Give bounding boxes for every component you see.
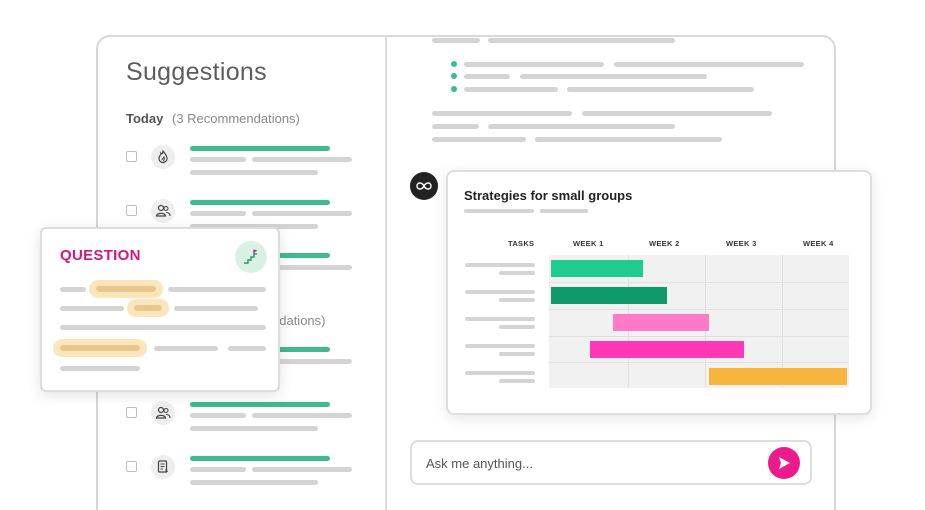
- send-arrow-icon: [779, 457, 790, 469]
- placeholder-line: [582, 111, 772, 116]
- suggestion-checkbox[interactable]: [126, 407, 137, 418]
- task-label-line: [499, 298, 535, 302]
- gantt-task-bar: [589, 341, 744, 358]
- people-icon: [151, 401, 175, 425]
- task-label-line: [499, 352, 535, 356]
- placeholder-line: [488, 38, 675, 43]
- suggestion-title-line: [190, 402, 330, 407]
- placeholder-line: [270, 265, 352, 270]
- col-header-tasks: TASKS: [508, 239, 535, 248]
- highlight-line: [60, 345, 140, 351]
- suggestion-checkbox[interactable]: [126, 461, 137, 472]
- placeholder-line: [270, 359, 352, 364]
- col-header-week-3: WEEK 3: [726, 239, 757, 248]
- placeholder-line: [252, 467, 352, 472]
- col-header-week-2: WEEK 2: [649, 239, 680, 248]
- placeholder-line: [60, 287, 86, 292]
- placeholder-line: [190, 426, 318, 431]
- gantt-task-bar: [551, 260, 644, 277]
- task-label-line: [499, 325, 535, 329]
- placeholder-line: [154, 346, 218, 351]
- placeholder-line: [432, 111, 572, 116]
- placeholder-line: [432, 137, 526, 142]
- suggestion-title-line: [190, 146, 330, 151]
- bullet-dot: [451, 61, 457, 67]
- placeholder-line: [60, 366, 140, 371]
- gantt-title: Strategies for small groups: [464, 188, 633, 203]
- placeholder-line: [464, 87, 558, 92]
- grid-line: [549, 282, 849, 283]
- placeholder-line: [252, 157, 352, 162]
- col-header-week-1: WEEK 1: [573, 239, 604, 248]
- col-header-week-4: WEEK 4: [803, 239, 834, 248]
- highlight-line: [96, 286, 156, 292]
- placeholder-line: [190, 211, 246, 216]
- task-label-line: [465, 344, 535, 348]
- suggestion-checkbox[interactable]: [126, 151, 137, 162]
- bullet-dot: [451, 86, 457, 92]
- placeholder-line: [252, 413, 352, 418]
- grid-line: [549, 309, 849, 310]
- placeholder-line: [228, 346, 266, 351]
- placeholder-line: [190, 170, 318, 175]
- placeholder-line: [520, 74, 707, 79]
- suggestion-title-line: [190, 200, 330, 205]
- infinity-icon: [410, 172, 438, 200]
- placeholder-line: [432, 38, 480, 43]
- placeholder-line: [174, 306, 258, 311]
- today-label: Today: [126, 111, 164, 126]
- placeholder-line: [190, 157, 246, 162]
- placeholder-line: [535, 137, 722, 142]
- send-button[interactable]: [768, 447, 800, 479]
- suggestion-title-line: [190, 456, 330, 461]
- task-label-line: [465, 263, 535, 267]
- gantt-task-bar: [551, 287, 667, 304]
- bullet-dot: [451, 73, 457, 79]
- placeholder-line: [432, 124, 479, 129]
- placeholder-line: [60, 306, 124, 311]
- placeholder-line: [567, 87, 754, 92]
- suggestion-checkbox[interactable]: [126, 205, 137, 216]
- placeholder-line: [464, 62, 604, 67]
- question-title: QUESTION: [60, 247, 141, 264]
- second-group-count: ndations): [272, 313, 326, 328]
- placeholder-line: [540, 209, 588, 213]
- grid-line: [549, 336, 849, 337]
- panel-divider: [385, 36, 387, 510]
- placeholder-line: [464, 74, 510, 79]
- grid-line: [549, 362, 849, 363]
- placeholder-line: [252, 211, 352, 216]
- placeholder-line: [168, 287, 266, 292]
- people-icon: [151, 199, 175, 223]
- placeholder-line: [190, 413, 246, 418]
- gantt-task-bar: [708, 368, 848, 385]
- stairs-flag-icon: [235, 241, 267, 273]
- task-label-line: [465, 317, 535, 321]
- placeholder-line: [190, 467, 246, 472]
- gantt-task-bar: [612, 314, 709, 331]
- placeholder-line: [60, 325, 266, 330]
- placeholder-line: [614, 62, 804, 67]
- suggestions-title: Suggestions: [126, 58, 267, 86]
- document-icon: [151, 455, 175, 479]
- fire-icon: [151, 145, 175, 169]
- highlight-line: [134, 305, 162, 311]
- placeholder-line: [488, 124, 675, 129]
- task-label-line: [499, 379, 535, 383]
- task-label-line: [499, 271, 535, 275]
- placeholder-line: [190, 480, 318, 485]
- task-label-line: [465, 290, 535, 294]
- task-label-line: [465, 371, 535, 375]
- placeholder-line: [464, 209, 534, 213]
- chat-input[interactable]: [426, 453, 746, 473]
- recommendation-count: (3 Recommendations): [172, 111, 300, 126]
